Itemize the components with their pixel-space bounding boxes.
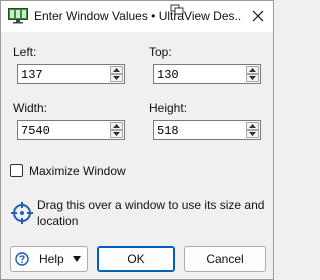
width-label: Width: bbox=[13, 101, 48, 115]
top-stepper[interactable] bbox=[153, 64, 261, 84]
title-bar[interactable]: Enter Window Values • UltraView Des... bbox=[1, 1, 273, 32]
height-label: Height: bbox=[149, 101, 188, 115]
help-button[interactable]: Help bbox=[10, 246, 88, 272]
cancel-label: Cancel bbox=[206, 252, 244, 266]
top-input[interactable] bbox=[157, 68, 237, 82]
arrow-up-icon bbox=[113, 68, 120, 72]
help-icon bbox=[15, 252, 29, 266]
width-down-button[interactable] bbox=[110, 130, 123, 138]
pin-icon[interactable] bbox=[170, 4, 184, 16]
ok-button[interactable]: OK bbox=[97, 246, 175, 272]
height-stepper[interactable] bbox=[153, 120, 261, 140]
close-icon bbox=[252, 10, 264, 22]
dialog-window: Enter Window Values • UltraView Des... L… bbox=[0, 0, 274, 280]
dropdown-arrow-icon[interactable] bbox=[73, 256, 81, 262]
arrow-up-icon bbox=[249, 68, 256, 72]
arrow-down-icon bbox=[113, 132, 120, 136]
cancel-button[interactable]: Cancel bbox=[184, 246, 266, 272]
arrow-down-icon bbox=[249, 132, 256, 136]
arrow-down-icon bbox=[249, 76, 256, 80]
arrow-up-icon bbox=[113, 124, 120, 128]
drag-instruction: Drag this over a window to use its size … bbox=[37, 198, 265, 228]
maximize-label[interactable]: Maximize Window bbox=[29, 164, 126, 178]
top-down-button[interactable] bbox=[246, 74, 259, 82]
left-stepper[interactable] bbox=[17, 64, 125, 84]
arrow-up-icon bbox=[249, 124, 256, 128]
crosshair-target-icon[interactable] bbox=[11, 202, 33, 224]
left-spin-arrows[interactable] bbox=[110, 66, 123, 82]
maximize-checkbox[interactable] bbox=[10, 164, 23, 177]
height-input[interactable] bbox=[157, 124, 237, 138]
width-input[interactable] bbox=[21, 124, 101, 138]
arrow-down-icon bbox=[113, 76, 120, 80]
height-up-button[interactable] bbox=[246, 122, 259, 130]
left-down-button[interactable] bbox=[110, 74, 123, 82]
top-label: Top: bbox=[149, 45, 172, 59]
left-up-button[interactable] bbox=[110, 66, 123, 74]
app-monitor-icon bbox=[8, 8, 28, 24]
help-label: Help bbox=[39, 252, 64, 266]
top-up-button[interactable] bbox=[246, 66, 259, 74]
left-label: Left: bbox=[13, 45, 37, 59]
width-up-button[interactable] bbox=[110, 122, 123, 130]
width-spin-arrows[interactable] bbox=[110, 122, 123, 138]
height-down-button[interactable] bbox=[246, 130, 259, 138]
close-button[interactable] bbox=[245, 3, 271, 29]
ok-label: OK bbox=[127, 252, 145, 266]
window-title: Enter Window Values • UltraView Des... bbox=[34, 9, 242, 23]
height-spin-arrows[interactable] bbox=[246, 122, 259, 138]
top-spin-arrows[interactable] bbox=[246, 66, 259, 82]
left-input[interactable] bbox=[21, 68, 101, 82]
width-stepper[interactable] bbox=[17, 120, 125, 140]
